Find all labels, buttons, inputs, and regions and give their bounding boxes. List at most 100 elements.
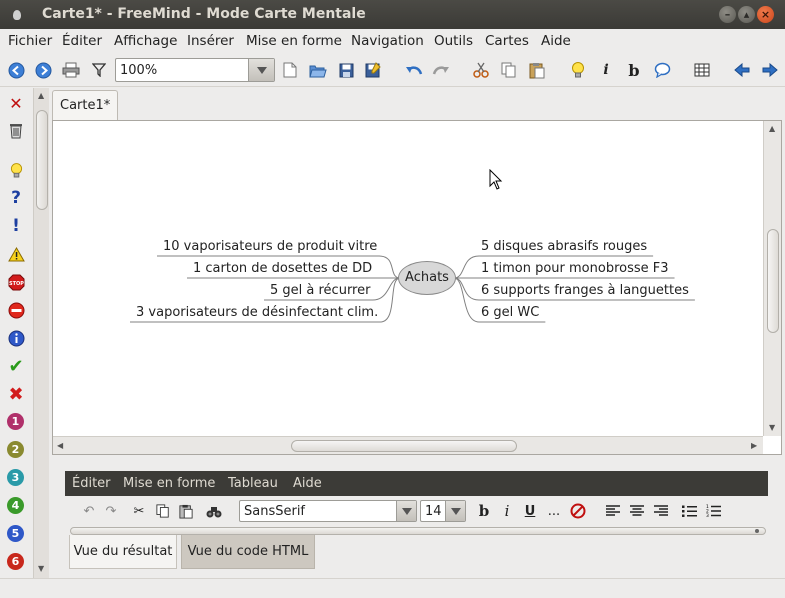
icon-forbidden[interactable] [7,301,25,319]
node-right-4[interactable]: 6 gel WC [481,305,539,320]
numbered-list-button[interactable]: 123 [705,502,721,520]
icon-priority-1[interactable]: 1 [7,413,24,430]
cloud-button[interactable] [653,61,671,79]
save-button[interactable] [337,61,355,79]
scroll-right-icon[interactable]: ▶ [751,441,757,450]
align-center-button[interactable] [629,502,645,520]
mindmap-canvas[interactable]: 10 vaporisateurs de produit vitre 1 cart… [55,123,761,435]
open-button[interactable] [309,61,327,79]
menu-navigation[interactable]: Navigation [351,33,424,49]
node-right-3[interactable]: 6 supports franges à languettes [481,283,689,298]
editor-underline-button[interactable]: U [522,502,538,520]
new-map-button[interactable] [281,61,299,79]
node-right-2[interactable]: 1 timon pour monobrosse F3 [481,261,669,276]
font-family-dropdown-arrow-icon[interactable] [396,501,416,521]
map-horizontal-scrollbar[interactable]: ◀ ▶ [53,436,763,454]
icon-priority-4[interactable]: 4 [7,497,24,514]
editor-more-button[interactable]: ... [546,502,562,520]
editor-menu-mise-en-forme[interactable]: Mise en forme [123,476,215,491]
menu-fichier[interactable]: Fichier [8,33,52,49]
editor-paste-button[interactable] [178,502,194,520]
font-family-select[interactable]: SansSerif [239,500,417,522]
font-size-dropdown-arrow-icon[interactable] [445,501,465,521]
editor-bold-button[interactable]: b [476,502,492,520]
zoom-dropdown-arrow-icon[interactable] [248,59,274,81]
editor-italic-button[interactable]: i [499,502,515,520]
node-left-3[interactable]: 5 gel à récurrer [270,283,370,298]
italic-toolbar-button[interactable]: i [597,61,615,79]
editor-clear-format-button[interactable] [569,502,587,520]
node-right-1[interactable]: 5 disques abrasifs rouges [481,239,647,254]
icon-sidebar-scroll-thumb[interactable] [36,110,48,210]
menu-mise-en-forme[interactable]: Mise en forme [246,33,342,49]
icon-priority-6[interactable]: 6 [7,553,24,570]
tab-html-code-view[interactable]: Vue du code HTML [181,535,315,569]
print-button[interactable] [62,61,80,79]
tab-carte1[interactable]: Carte1* [52,90,118,120]
idea-button[interactable] [569,61,587,79]
redo-button[interactable] [432,61,450,79]
navigate-right-button[interactable] [761,61,779,79]
icon-not-ok[interactable]: ✖ [7,384,25,405]
node-left-1[interactable]: 10 vaporisateurs de produit vitre [163,239,377,254]
icon-info[interactable] [7,329,25,347]
menu-affichage[interactable]: Affichage [114,33,177,49]
editor-horizontal-scrollbar[interactable] [70,527,766,535]
icon-stop[interactable]: STOP [7,273,25,291]
menu-inserer[interactable]: Insérer [187,33,234,49]
icon-ok[interactable]: ✔ [7,356,25,377]
icon-question[interactable]: ? [7,188,25,208]
editor-redo-button[interactable]: ↷ [103,502,119,520]
menu-editer[interactable]: Éditer [62,33,102,49]
scroll-down-icon[interactable]: ▼ [38,564,44,573]
editor-find-button[interactable] [205,502,223,520]
editor-menu-editer[interactable]: Éditer [72,476,111,491]
table-view-button[interactable] [693,61,711,79]
copy-button[interactable] [500,61,518,79]
map-vertical-scroll-thumb[interactable] [767,229,779,333]
bullet-list-button[interactable] [681,502,697,520]
tab-result-view[interactable]: Vue du résultat [69,535,177,569]
icon-priority-3[interactable]: 3 [7,469,24,486]
scroll-down-icon[interactable]: ▼ [769,423,775,432]
icon-priority-2[interactable]: 2 [7,441,24,458]
icon-important[interactable]: ! [7,216,25,236]
forward-button[interactable] [34,61,52,79]
undo-button[interactable] [405,61,423,79]
scroll-up-icon[interactable]: ▲ [38,91,44,100]
maximize-button[interactable]: ▴ [738,6,755,23]
scroll-up-icon[interactable]: ▲ [769,124,775,133]
align-right-button[interactable] [653,502,669,520]
bold-toolbar-button[interactable]: b [625,61,643,80]
cut-button[interactable] [472,61,490,79]
menu-aide[interactable]: Aide [541,33,571,49]
menu-outils[interactable]: Outils [434,33,473,49]
icon-priority-5[interactable]: 5 [7,525,24,542]
icon-idea[interactable] [7,161,25,179]
icon-warning[interactable] [7,245,25,263]
node-left-4[interactable]: 3 vaporisateurs de désinfectant clim. [136,305,378,320]
menu-cartes[interactable]: Cartes [485,33,529,49]
node-left-2[interactable]: 1 carton de dosettes de DD [193,261,372,276]
back-button[interactable] [7,61,25,79]
filter-button[interactable] [90,61,108,79]
map-horizontal-scroll-thumb[interactable] [291,440,517,452]
paste-button[interactable] [528,61,546,79]
remove-all-icons-button[interactable] [7,121,25,139]
close-button[interactable]: × [757,6,774,23]
align-left-button[interactable] [605,502,621,520]
map-vertical-scrollbar[interactable]: ▲ ▼ [763,121,781,436]
minimize-button[interactable]: – [719,6,736,23]
scroll-left-icon[interactable]: ◀ [57,441,63,450]
editor-menu-tableau[interactable]: Tableau [228,476,278,491]
zoom-select[interactable]: 100% [115,58,275,82]
editor-copy-button[interactable] [155,502,171,520]
editor-menu-aide[interactable]: Aide [293,476,322,491]
font-size-select[interactable]: 14 [420,500,466,522]
node-root[interactable]: Achats [398,261,456,295]
icon-sidebar-scrollbar[interactable]: ▲ ▼ [33,88,49,578]
remove-last-icon-button[interactable]: ✕ [7,94,25,113]
save-as-button[interactable] [364,61,382,79]
editor-undo-button[interactable]: ↶ [81,502,97,520]
editor-cut-button[interactable]: ✂ [131,502,147,520]
